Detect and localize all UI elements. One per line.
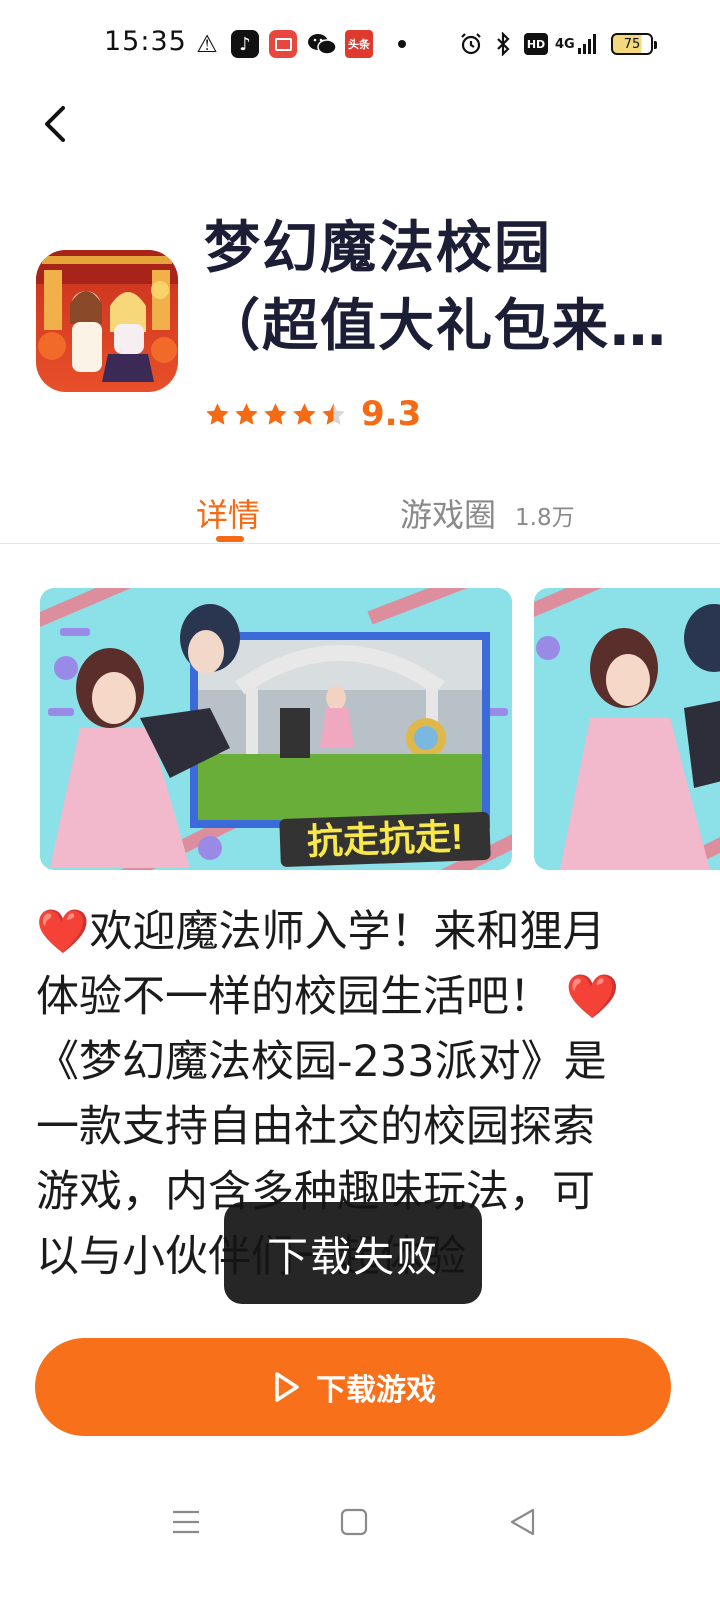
status-bar: 15:35 ⚠ ♪ 头条 HD 4G 75	[0, 0, 720, 90]
rating-score: 9.3	[361, 394, 422, 434]
notification-dot-icon	[396, 30, 408, 58]
system-back-button[interactable]	[498, 1500, 546, 1544]
square-icon	[340, 1508, 368, 1536]
app-icon	[36, 250, 178, 392]
alarm-icon	[457, 30, 485, 58]
app-title: 梦幻魔法校园 （超值大礼包来…	[204, 210, 704, 366]
screenshot-1[interactable]: 抗走抗走!	[40, 588, 512, 870]
recent-apps-button[interactable]	[162, 1500, 210, 1544]
star-icon	[264, 402, 287, 425]
system-nav-bar	[0, 1488, 720, 1558]
app-title-line2: （超值大礼包来…	[204, 294, 668, 359]
download-game-label: 下载游戏	[316, 1373, 436, 1408]
back-button[interactable]	[28, 96, 84, 152]
signal-icon: 4G	[555, 30, 601, 58]
video-icon	[269, 30, 297, 58]
tiktok-icon: ♪	[231, 30, 259, 58]
chevron-left-icon	[45, 106, 65, 142]
wechat-icon	[307, 30, 337, 58]
tab-details[interactable]: 详情	[196, 490, 260, 536]
status-time: 15:35	[104, 26, 187, 57]
tab-active-indicator	[216, 536, 244, 542]
home-button[interactable]	[330, 1500, 378, 1544]
menu-icon	[173, 1510, 199, 1534]
star-icon	[235, 402, 258, 425]
toutiao-icon: 头条	[345, 30, 373, 58]
app-title-line1: 梦幻魔法校园	[204, 216, 552, 281]
warning-icon: ⚠	[196, 30, 218, 58]
rating-stars	[204, 401, 347, 428]
screenshot-2[interactable]	[534, 588, 720, 870]
half-star-icon	[322, 402, 345, 425]
tab-game-circle[interactable]: 游戏圈	[400, 490, 496, 536]
network-type: 4G	[555, 36, 575, 52]
rating-row: 9.3	[204, 392, 421, 436]
triangle-back-icon	[510, 1508, 535, 1536]
heart-icon: ❤️	[36, 907, 90, 957]
download-failed-toast: 下载失败	[224, 1202, 482, 1304]
battery-icon: 75	[611, 33, 657, 55]
heart-icon: ❤️	[565, 972, 620, 1022]
bluetooth-icon	[493, 30, 513, 58]
signal-bars	[577, 34, 596, 54]
tab-bar: 详情 游戏圈 1.8万	[0, 478, 720, 544]
tab-game-circle-count: 1.8万	[515, 505, 575, 531]
hd-icon: HD	[524, 33, 548, 55]
star-icon	[206, 402, 229, 425]
description-intro: 欢迎魔法师入学！来和狸月体验不一样的校园生活吧！	[36, 907, 606, 1022]
screenshot-caption: 抗走抗走!	[306, 816, 463, 862]
star-icon	[293, 402, 316, 425]
download-game-button[interactable]: 下载游戏	[35, 1338, 671, 1436]
play-icon	[275, 1372, 299, 1402]
